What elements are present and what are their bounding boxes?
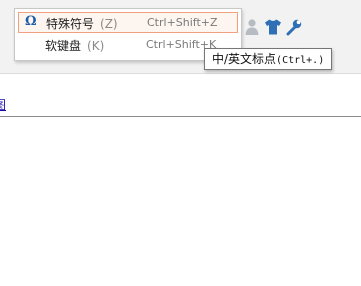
page-link-fragment[interactable]: 图: [0, 96, 6, 113]
menu-item-special-symbols[interactable]: Ω 特殊符号 (Z) Ctrl+Shift+Z: [18, 12, 238, 33]
menu-item-shortcut: Ctrl+Shift+Z: [147, 16, 218, 29]
menu-item-accelerator: (Z): [100, 17, 118, 31]
content-divider: [0, 116, 361, 117]
settings-wrench-icon[interactable]: [284, 16, 304, 38]
tooltip-shortcut: (Ctrl+.): [276, 55, 325, 66]
omega-icon: Ω: [25, 14, 37, 29]
toolbar-divider: [0, 73, 361, 74]
tooltip-text: 中/英文标点: [212, 52, 277, 66]
skin-shirt-icon[interactable]: [263, 16, 283, 38]
menu-item-label: 软键盘 (K): [45, 39, 105, 53]
punctuation-tooltip: 中/英文标点(Ctrl+.): [204, 48, 333, 70]
menu-item-accelerator: (K): [87, 39, 105, 53]
user-icon[interactable]: [242, 16, 262, 38]
menu-item-label: 特殊符号 (Z): [46, 17, 118, 31]
